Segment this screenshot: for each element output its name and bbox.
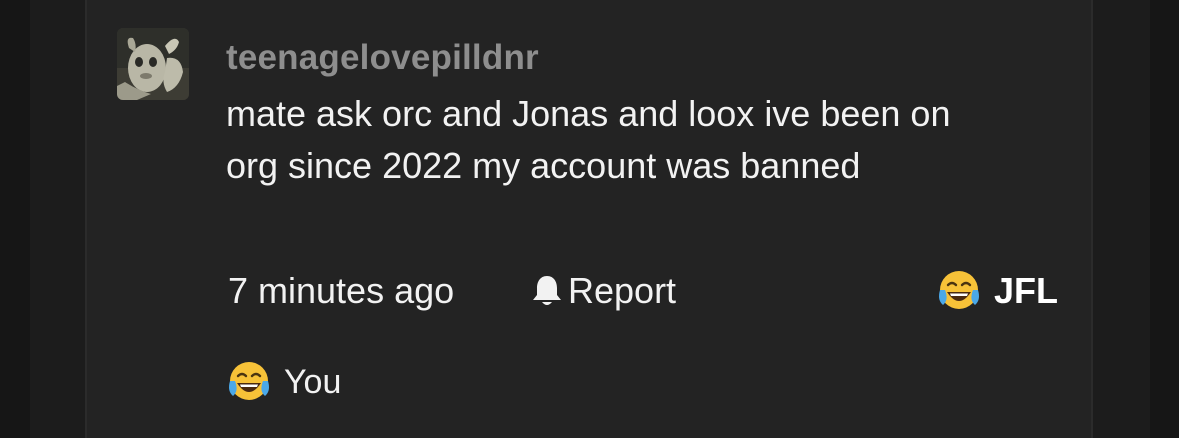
avatar-image: [117, 28, 189, 100]
comment-body-line: org since 2022 my account was banned: [226, 145, 861, 186]
face-with-tears-of-joy-icon: [229, 362, 269, 400]
face-with-tears-of-joy-icon: [938, 271, 979, 309]
report-label: Report: [568, 270, 677, 311]
comment-body-line: mate ask orc and Jonas and loox ive been…: [226, 93, 951, 134]
reactor-name: You: [284, 362, 342, 401]
report-button[interactable]: Report: [530, 268, 676, 314]
bell-icon: [533, 276, 561, 305]
reactor-list-item: You: [226, 359, 341, 405]
comment-body: mate ask orc and Jonas and loox ive been…: [226, 88, 1056, 192]
reaction-label: JFL: [993, 270, 1058, 311]
comment-meta-row: 7 minutes ago Report JFL: [228, 268, 1058, 314]
page: teenagelovepilldnr mate ask orc and Jona…: [0, 0, 1179, 438]
user-avatar[interactable]: [117, 28, 189, 100]
reaction-button[interactable]: JFL: [936, 268, 1058, 314]
timestamp: 7 minutes ago: [228, 270, 455, 311]
username[interactable]: teenagelovepilldnr: [226, 38, 539, 78]
